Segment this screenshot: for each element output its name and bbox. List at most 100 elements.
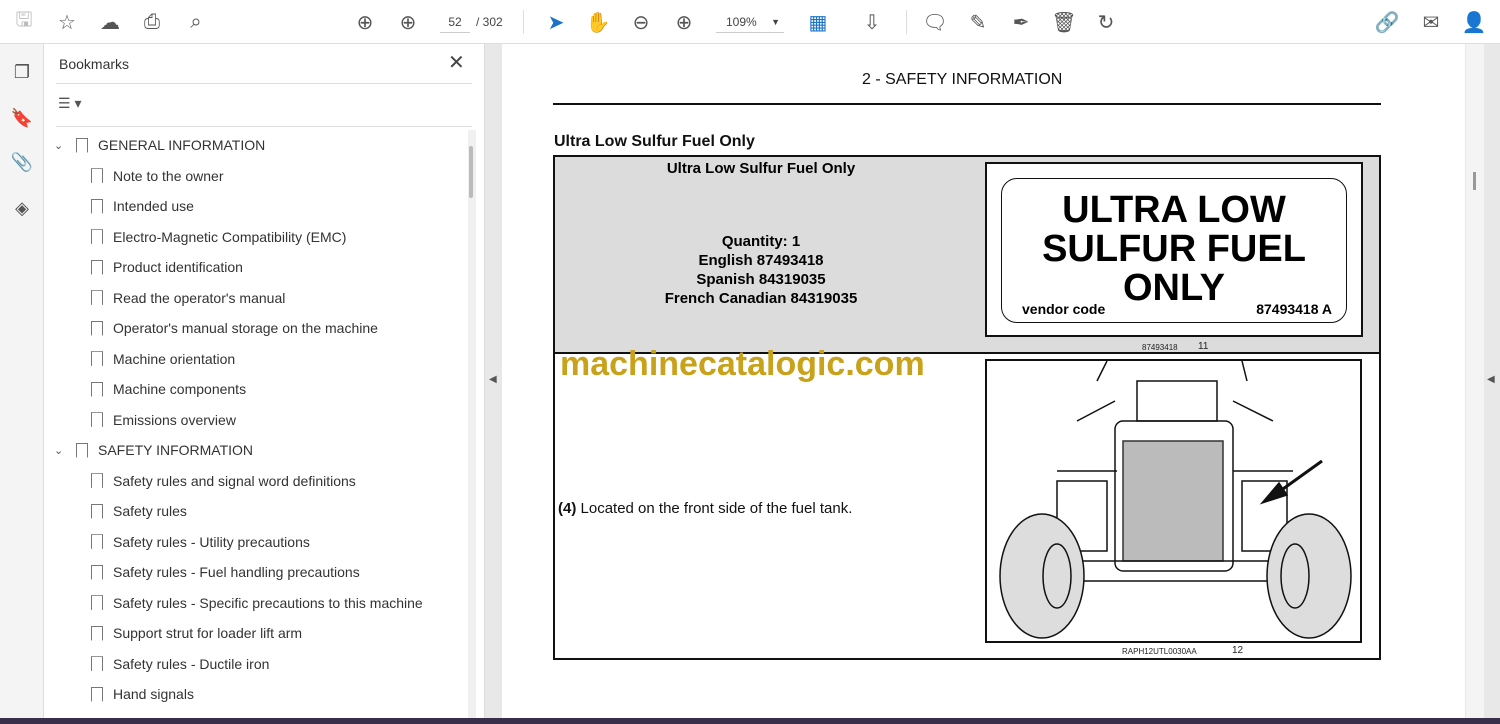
document-scrollbar[interactable] [1466,44,1484,724]
bookmark-item[interactable]: Support strut for loader lift arm [44,618,464,649]
vendor-label: vendor code [1022,301,1106,317]
bookmark-icon [91,625,103,641]
sign-icon[interactable]: ✒ [1007,8,1035,36]
panel-scrollbar[interactable] [468,130,476,720]
bookmark-icon [91,351,103,367]
bookmark-label: Read the operator's manual [113,289,286,306]
bookmark-icon [91,686,103,702]
bookmark-item[interactable]: ⌄ GENERAL INFORMATION [44,130,464,161]
bookmark-item[interactable]: Machine orientation [44,344,464,375]
bookmark-icon [91,564,103,580]
bookmark-item[interactable]: Safety rules - Utility precautions [44,527,464,558]
bookmark-item[interactable]: Safety rules - Ductile iron [44,649,464,680]
account-icon[interactable]: 👤 [1460,8,1488,36]
bookmark-icon [91,259,103,275]
comment-icon[interactable]: 🗨 [921,8,949,36]
bookmark-icon [76,442,88,458]
email-icon[interactable]: ✉ [1417,8,1445,36]
star-icon[interactable]: ☆ [53,8,81,36]
bookmark-label: Hand signals [113,686,194,703]
bookmark-item[interactable]: Emissions overview [44,405,464,436]
bookmark-icon[interactable]: 🔖 [8,104,36,132]
select-cursor-icon[interactable]: ➤ [542,8,570,36]
bookmark-label: Safety rules - Fuel handling precautions [113,564,360,581]
page-number-input[interactable]: 52 [440,11,470,33]
caption-number: 12 [1232,645,1244,656]
vendor-code: 87493418 A [1256,301,1332,317]
scroll-thumb[interactable] [1473,172,1476,190]
bookmark-label: Safety rules - Specific precautions to t… [113,594,423,611]
bookmark-item[interactable]: Safety rules and signal word definitions [44,466,464,497]
bookmark-item[interactable]: Intended use [44,191,464,222]
bookmark-item[interactable]: Hand signals [44,679,464,710]
zoom-select[interactable]: 109% ▼ [716,11,784,33]
search-icon[interactable]: ⌕ [182,8,210,36]
bookmark-label: Safety rules [113,503,187,520]
fit-page-icon[interactable]: ▦ [804,8,832,36]
document-area: 2 - SAFETY INFORMATION Ultra Low Sulfur … [485,44,1500,724]
collapse-panel-icon[interactable]: ◀ [489,374,497,385]
english-part: English 87493418 [698,252,824,269]
divider [906,10,907,34]
bookmark-icon [91,503,103,519]
page-down-icon[interactable]: ⊕ [394,8,422,36]
decal-details: Quantity: 1 English 87493418 Spanish 843… [555,232,967,308]
hand-icon[interactable]: ✋ [584,8,612,36]
bookmark-label: Operator's manual storage on the machine [113,320,378,337]
zoom-in-icon[interactable]: ⊕ [670,8,698,36]
bookmark-label: Support strut for loader lift arm [113,625,303,642]
bookmark-label: Safety rules - Ductile iron [113,655,270,672]
chevron-down-icon[interactable]: ⌄ [54,444,68,457]
zoom-out-icon[interactable]: ⊖ [627,8,655,36]
divider [56,126,472,127]
bookmark-icon [91,412,103,428]
bookmark-icon [91,656,103,672]
close-icon[interactable]: ✕ [448,50,465,75]
expand-right-panel-icon[interactable]: ◀ [1487,374,1495,385]
bookmark-label: Safety rules - Utility precautions [113,533,310,550]
chevron-down-icon[interactable]: ⌄ [54,139,68,152]
bookmark-icon [91,381,103,397]
scroll-thumb[interactable] [469,146,473,198]
chevron-down-icon: ▼ [771,17,780,27]
bookmark-icon [91,473,103,489]
highlight-icon[interactable]: ✎ [964,8,992,36]
rotate-icon[interactable]: ↻ [1092,8,1120,36]
print-icon[interactable]: ⎙ [138,8,166,36]
bookmark-item[interactable]: Note to the owner [44,161,464,192]
pages-icon[interactable]: ❐ [8,58,36,86]
zoom-value: 109% [726,15,757,29]
watermark: machinecatalogic.com [560,345,925,383]
bookmark-label: GENERAL INFORMATION [98,137,266,154]
bookmark-icon [91,290,103,306]
bookmark-item[interactable]: Safety rules - Specific precautions to t… [44,588,464,619]
bookmark-item[interactable]: Read the operator's manual [44,283,464,314]
decal-text: ULTRA LOW SULFUR FUEL ONLY [1042,189,1306,309]
decal-table: Ultra Low Sulfur Fuel Only Quantity: 1 E… [553,155,1381,660]
bookmark-label: Machine orientation [113,350,236,367]
bookmark-icon [76,137,88,153]
upload-cloud-icon[interactable]: ☁ [96,8,124,36]
bookmark-options-button[interactable]: ☰ ▾ [58,95,81,112]
bookmark-icon [91,595,103,611]
bookmark-item[interactable]: ⌄ SAFETY INFORMATION [44,435,464,466]
bookmark-item[interactable]: Safety rules - Fuel handling precautions [44,557,464,588]
bookmark-item[interactable]: Product identification [44,252,464,283]
attachment-icon[interactable]: 📎 [8,148,36,176]
layers-icon[interactable]: ◈ [8,194,36,222]
save-icon[interactable]: 🖫 [10,8,38,36]
share-link-icon[interactable]: 🔗 [1373,8,1401,36]
quantity: Quantity: 1 [721,233,801,250]
taskbar [0,718,1500,724]
bookmark-item[interactable]: Safety rules [44,496,464,527]
left-rail: ❐ 🔖 📎 ◈ [0,44,44,724]
caption-code: 87493418 [1142,343,1178,352]
toolbar: 🖫 ☆ ☁ ⎙ ⌕ ⊕ ⊕ 52 / 302 ➤ ✋ ⊖ ⊕ 109% ▼ ▦ ⇩… [0,0,1500,44]
scroll-mode-icon[interactable]: ⇩ [858,8,886,36]
bookmark-item[interactable]: Operator's manual storage on the machine [44,313,464,344]
delete-icon[interactable]: 🗑 [1050,8,1078,36]
bookmark-item[interactable]: Electro-Magnetic Compatibility (EMC) [44,222,464,253]
page-up-icon[interactable]: ⊕ [351,8,379,36]
bookmark-item[interactable]: Machine components [44,374,464,405]
bookmark-icon [91,320,103,336]
